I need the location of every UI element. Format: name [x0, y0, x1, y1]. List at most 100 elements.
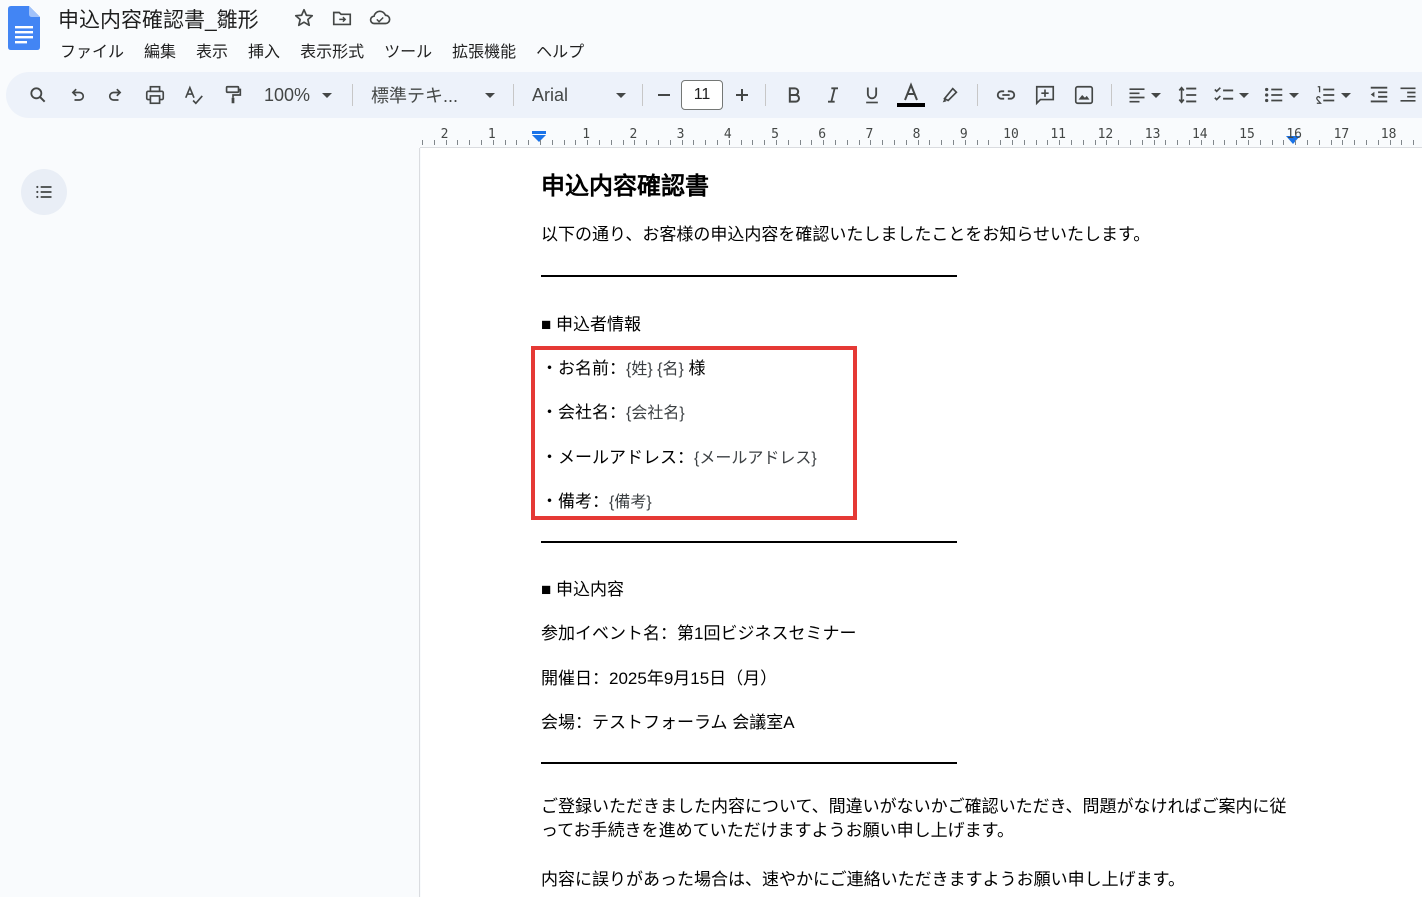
- italic-icon[interactable]: [813, 80, 852, 110]
- menu-view[interactable]: 表示: [186, 36, 238, 64]
- increase-indent-icon[interactable]: [1398, 80, 1418, 110]
- ruler-tick: [622, 140, 624, 145]
- spellcheck-icon[interactable]: [174, 80, 213, 110]
- ruler-tick: [705, 140, 707, 145]
- ruler-tick: [1106, 140, 1108, 145]
- bold-icon[interactable]: [774, 80, 813, 110]
- numbered-list-select[interactable]: [1307, 80, 1359, 110]
- toolbar-divider: [977, 84, 978, 106]
- underline-icon[interactable]: [852, 80, 891, 110]
- ruler-tick: [728, 140, 730, 145]
- increase-font-size-icon[interactable]: [727, 80, 757, 110]
- ruler-number: 1: [582, 127, 591, 142]
- decrease-font-size-icon[interactable]: [651, 80, 677, 110]
- print-icon[interactable]: [135, 80, 174, 110]
- menu-file[interactable]: ファイル: [50, 36, 134, 64]
- checklist-select[interactable]: [1207, 80, 1255, 110]
- ruler-number: 4: [723, 127, 732, 142]
- ruler-tick: [941, 140, 943, 145]
- ruler-tick: [835, 140, 836, 145]
- event-date-line: 開催日：2025年9月15日（月）: [541, 669, 778, 688]
- ruler-tick: [1236, 140, 1238, 145]
- paint-format-icon[interactable]: [213, 80, 252, 110]
- ruler-tick: [1342, 140, 1344, 145]
- ruler-tick: [646, 140, 648, 145]
- ruler-tick: [752, 140, 754, 145]
- zoom-select[interactable]: 100%: [252, 80, 344, 110]
- ruler-tick: [882, 140, 884, 145]
- search-menus-icon[interactable]: [18, 80, 57, 110]
- menu-format[interactable]: 表示形式: [290, 36, 374, 64]
- ruler-tick: [1401, 140, 1403, 145]
- ruler-tick: [846, 140, 848, 145]
- ruler-tick: [1318, 140, 1320, 145]
- ruler-tick: [1012, 140, 1013, 145]
- ruler-number: 2: [440, 127, 449, 142]
- chevron-down-icon: [1239, 92, 1249, 98]
- ruler-tick: [1082, 140, 1084, 145]
- ruler-tick: [575, 140, 577, 145]
- ruler-number: 18: [1380, 127, 1397, 142]
- chevron-down-icon: [1151, 92, 1161, 98]
- redo-icon[interactable]: [96, 80, 135, 110]
- insert-link-icon[interactable]: [986, 80, 1025, 110]
- ruler-number: 13: [1144, 127, 1161, 142]
- ruler-tick: [658, 140, 659, 145]
- ruler-number: 17: [1333, 127, 1350, 142]
- venue-line: 会場：テストフォーラム 会議室A: [541, 713, 795, 732]
- ruler-tick: [787, 140, 789, 145]
- line-spacing-icon[interactable]: [1168, 80, 1207, 110]
- ruler-tick: [1059, 140, 1061, 145]
- bulleted-list-select[interactable]: [1255, 80, 1307, 110]
- move-folder-icon[interactable]: [330, 6, 354, 30]
- left-indent-marker-icon[interactable]: [531, 131, 547, 143]
- add-comment-icon[interactable]: [1025, 80, 1064, 110]
- zoom-value: 100%: [263, 84, 311, 105]
- ruler-tick: [551, 140, 553, 145]
- text-color-icon[interactable]: [891, 80, 930, 110]
- ruler-tick: [469, 140, 471, 145]
- outline-list-icon: [36, 185, 52, 199]
- ruler-tick: [599, 140, 600, 145]
- ruler-tick: [1366, 140, 1367, 145]
- star-icon[interactable]: [292, 6, 316, 30]
- style-select[interactable]: 標準テキ...: [361, 80, 505, 110]
- ruler-number: 10: [1003, 127, 1019, 142]
- insert-image-icon[interactable]: [1064, 80, 1103, 110]
- show-outline-button[interactable]: [21, 169, 67, 215]
- highlight-annotation-box: [531, 346, 857, 520]
- event-name-line: 参加イベント名：第1回ビジネスセミナー: [541, 624, 857, 643]
- menu-help[interactable]: ヘルプ: [526, 36, 594, 64]
- menu-extensions[interactable]: 拡張機能: [442, 36, 526, 64]
- menu-insert[interactable]: 挿入: [238, 36, 290, 64]
- undo-icon[interactable]: [57, 80, 96, 110]
- chevron-down-icon: [616, 92, 626, 98]
- ruler-number: 9: [959, 127, 968, 142]
- ruler-number: 3: [676, 127, 685, 142]
- docs-logo-icon[interactable]: [8, 6, 40, 50]
- ruler-tick: [976, 140, 978, 145]
- ruler-tick: [516, 140, 518, 145]
- cloud-saved-icon[interactable]: [368, 6, 392, 30]
- document-page[interactable]: 申込内容確認書 以下の通り、お客様の申込内容を確認いたしましたことをお知らせいた…: [421, 148, 1422, 897]
- chevron-down-icon: [1289, 92, 1299, 98]
- ruler-number: 15: [1239, 127, 1255, 142]
- ruler-tick: [1330, 140, 1332, 145]
- ruler-tick: [433, 140, 435, 145]
- ruler-tick: [1130, 140, 1131, 145]
- ruler-tick: [858, 140, 860, 145]
- align-select[interactable]: [1120, 80, 1168, 110]
- menu-tools[interactable]: ツール: [374, 36, 442, 64]
- ruler-number: 7: [865, 127, 874, 142]
- font-select[interactable]: Arial: [522, 80, 634, 110]
- menu-edit[interactable]: 編集: [134, 36, 186, 64]
- ruler-tick: [693, 140, 695, 145]
- font-size-input[interactable]: 11: [681, 80, 723, 110]
- app-header: 申込内容確認書_雛形 ファイル 編集 表示 挿入 表示形式 ツール 拡張機能 ヘ…: [0, 0, 1422, 66]
- document-title[interactable]: 申込内容確認書_雛形: [58, 4, 259, 34]
- toolbar: 100% 標準テキ... Arial 11: [6, 72, 1422, 118]
- ruler[interactable]: 2 1 1 2 3 4 5 6 7 8 9 10 11 12 13 14 15 16 17 18: [420, 124, 1422, 148]
- ruler-tick: [905, 140, 907, 145]
- decrease-indent-icon[interactable]: [1359, 80, 1398, 110]
- highlight-color-icon[interactable]: [930, 80, 969, 110]
